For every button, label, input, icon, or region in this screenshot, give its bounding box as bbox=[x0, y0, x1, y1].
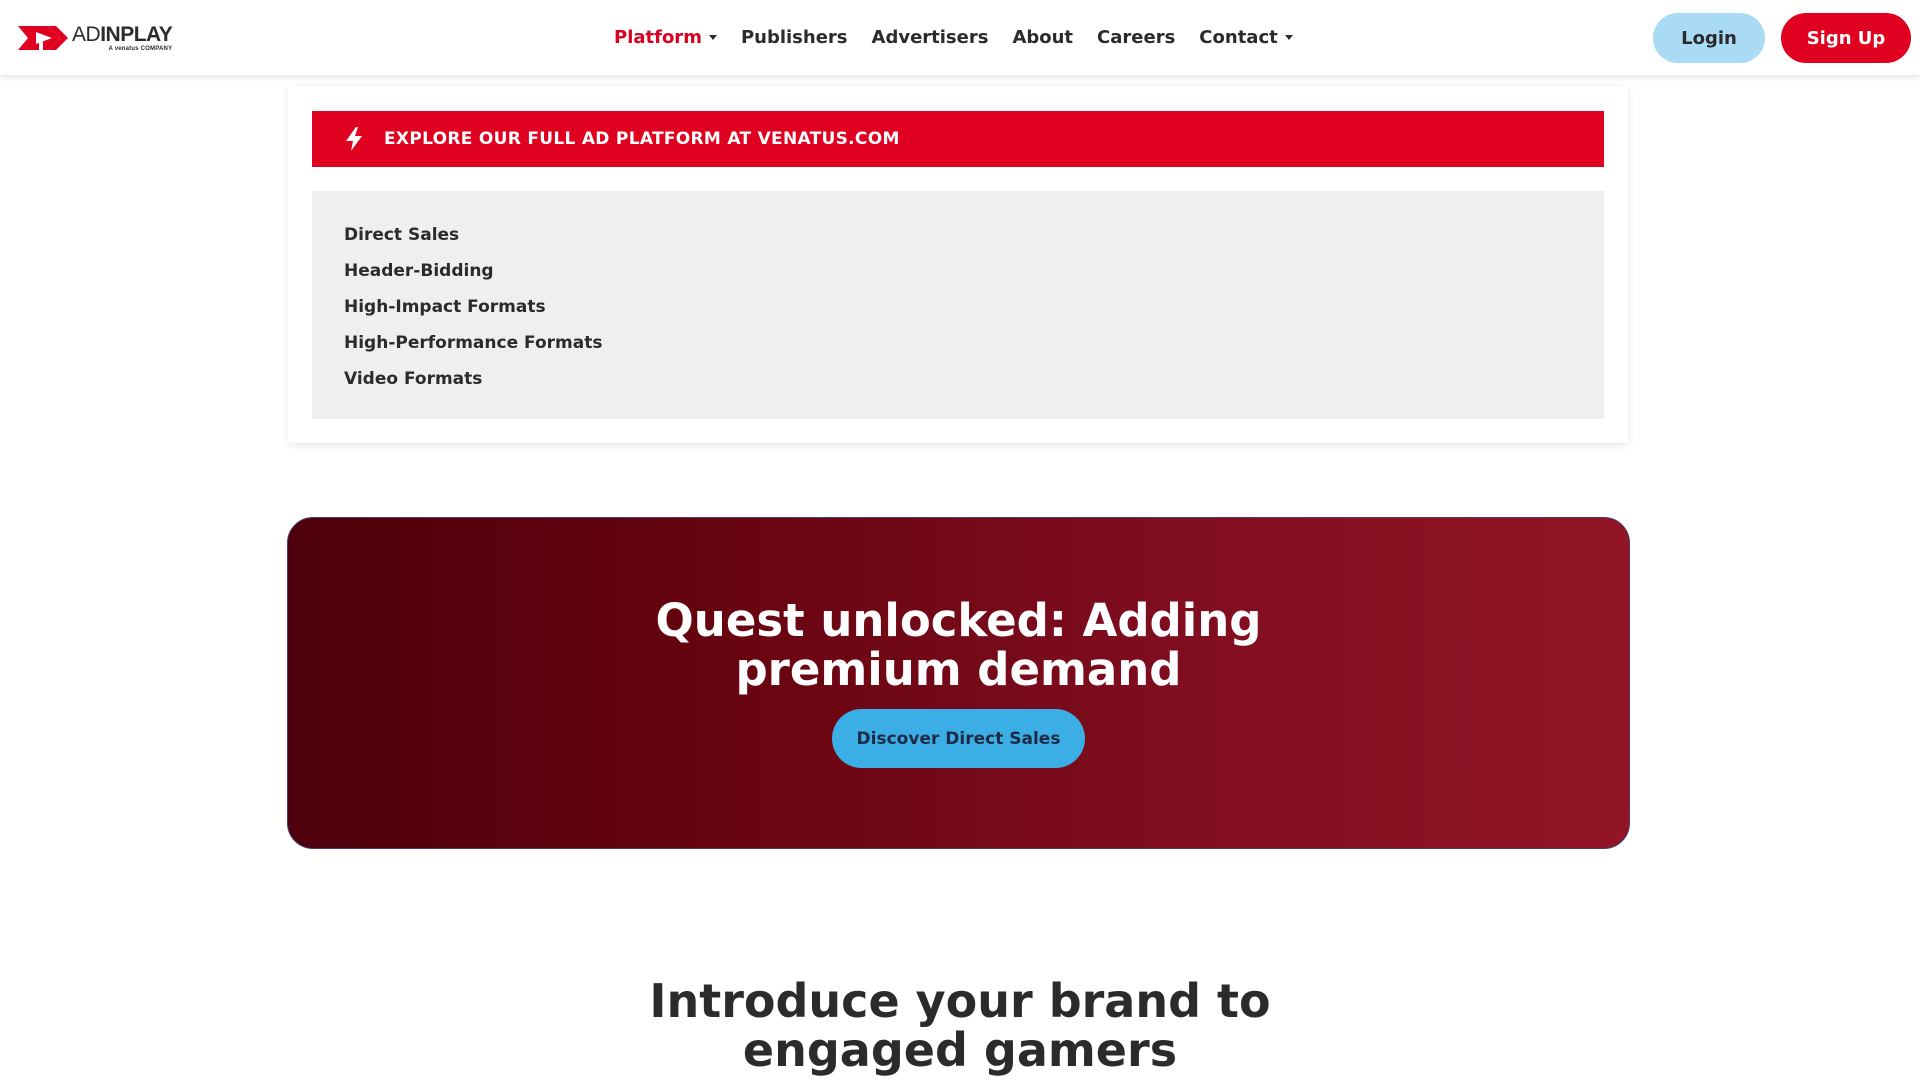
adinplay-logo[interactable]: ADINPLAY A venatus COMPANY bbox=[18, 22, 173, 54]
nav-item-about[interactable]: About bbox=[1012, 27, 1073, 48]
intro-heading: Introduce your brand to engaged gamers bbox=[649, 974, 1271, 1077]
logo-wordmark: ADINPLAY A venatus COMPANY bbox=[72, 23, 173, 52]
logo-tagline: A venatus COMPANY bbox=[108, 46, 173, 52]
nav-item-label: Platform bbox=[614, 27, 702, 48]
nav-item-label: About bbox=[1012, 27, 1074, 48]
logo-word-thin: AD bbox=[72, 23, 101, 46]
discover-direct-sales-button[interactable]: Discover Direct Sales bbox=[832, 709, 1085, 768]
logo-word-bold: INPLAY bbox=[100, 23, 173, 46]
caret-down-icon bbox=[708, 35, 717, 40]
promo-banner: Quest unlocked: Adding premium demand Di… bbox=[287, 517, 1630, 849]
submenu-item-header-bidding[interactable]: Header-Bidding bbox=[344, 253, 1604, 289]
venatus-platform-banner[interactable]: EXPLORE OUR FULL AD PLATFORM AT VENATUS.… bbox=[312, 111, 1604, 167]
login-button[interactable]: Login bbox=[1653, 13, 1765, 63]
caret-down-icon bbox=[1284, 35, 1293, 40]
nav-item-label: Contact bbox=[1199, 27, 1278, 48]
main-nav: Platform Publishers Advertisers About Ca… bbox=[614, 0, 1317, 75]
signup-button[interactable]: Sign Up bbox=[1781, 13, 1911, 63]
bolt-icon bbox=[346, 127, 362, 151]
promo-title: Quest unlocked: Adding premium demand bbox=[655, 594, 1262, 696]
nav-item-careers[interactable]: Careers bbox=[1097, 27, 1175, 48]
submenu-item-direct-sales[interactable]: Direct Sales bbox=[344, 217, 1604, 253]
nav-item-label: Advertisers bbox=[871, 27, 989, 48]
platform-dropdown-menu: EXPLORE OUR FULL AD PLATFORM AT VENATUS.… bbox=[288, 86, 1628, 443]
nav-item-advertisers[interactable]: Advertisers bbox=[872, 27, 989, 48]
adinplay-logo-icon bbox=[18, 26, 68, 50]
submenu-item-video-formats[interactable]: Video Formats bbox=[344, 361, 1604, 397]
nav-item-contact[interactable]: Contact bbox=[1199, 27, 1293, 48]
nav-item-label: Careers bbox=[1097, 27, 1176, 48]
submenu-item-high-impact-formats[interactable]: High-Impact Formats bbox=[344, 289, 1604, 325]
banner-text: EXPLORE OUR FULL AD PLATFORM AT VENATUS.… bbox=[384, 129, 900, 149]
site-header: ADINPLAY A venatus COMPANY Platform Publ… bbox=[0, 0, 1920, 75]
nav-item-label: Publishers bbox=[740, 27, 848, 48]
nav-item-publishers[interactable]: Publishers bbox=[741, 27, 848, 48]
submenu-item-high-performance-formats[interactable]: High-Performance Formats bbox=[344, 325, 1604, 361]
nav-item-platform[interactable]: Platform bbox=[614, 27, 717, 48]
platform-submenu: Direct Sales Header-Bidding High-Impact … bbox=[312, 191, 1604, 419]
